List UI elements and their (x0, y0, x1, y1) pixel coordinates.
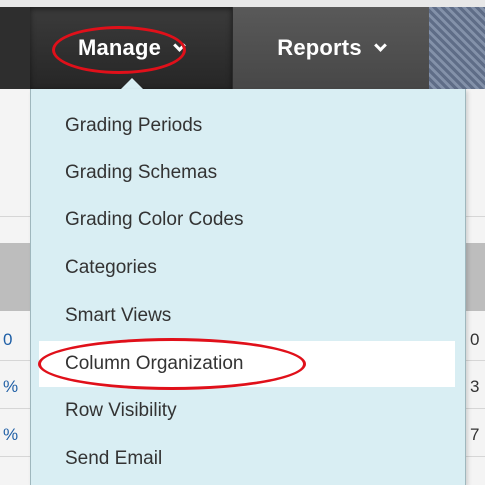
toolbar-left-edge (0, 7, 30, 89)
menu-item-label: Grading Schemas (65, 162, 218, 183)
menu-item-send-email[interactable]: Send Email (39, 436, 455, 482)
menu-item-grading-periods[interactable]: Grading Periods (39, 103, 455, 149)
menu-item-label: Smart Views (65, 305, 172, 326)
manage-menu-tab[interactable]: Manage (30, 7, 232, 89)
grid-cell-fragment: 0 (3, 330, 13, 349)
manage-tab-label: Manage (77, 35, 162, 60)
toolbar-decorative-pattern (429, 7, 485, 89)
chevron-down-icon (373, 38, 387, 52)
grid-cell-fragment: % (3, 377, 19, 396)
menu-item-row-visibility[interactable]: Row Visibility (39, 388, 455, 434)
menu-item-categories[interactable]: Categories (39, 245, 455, 291)
menu-item-label: Grading Color Codes (65, 209, 244, 230)
menu-item-label: Row Visibility (65, 400, 177, 421)
menu-item-column-organization[interactable]: Column Organization (39, 341, 455, 387)
grid-cell-fragment: 0 (470, 330, 480, 349)
top-strip (0, 0, 485, 7)
manage-dropdown-menu: Grading Periods Grading Schemas Grading … (30, 89, 466, 485)
menu-item-smart-views[interactable]: Smart Views (39, 293, 455, 339)
menu-item-grading-schemas[interactable]: Grading Schemas (39, 150, 455, 196)
menu-item-label: Column Organization (65, 353, 244, 374)
top-toolbar: Manage Reports (0, 7, 485, 89)
menu-item-label: Grading Periods (65, 115, 203, 136)
grid-cell-fragment: 3 (470, 377, 480, 396)
menu-item-grading-color-codes[interactable]: Grading Color Codes (39, 197, 455, 243)
reports-tab-label: Reports (277, 35, 362, 60)
menu-item-label: Send Email (65, 448, 163, 469)
grid-cell-fragment: % (3, 425, 19, 444)
menu-item-label: Categories (65, 257, 157, 278)
chevron-down-icon (173, 38, 186, 52)
reports-menu-tab[interactable]: Reports (232, 7, 429, 89)
grid-cell-fragment: 7 (470, 425, 480, 444)
